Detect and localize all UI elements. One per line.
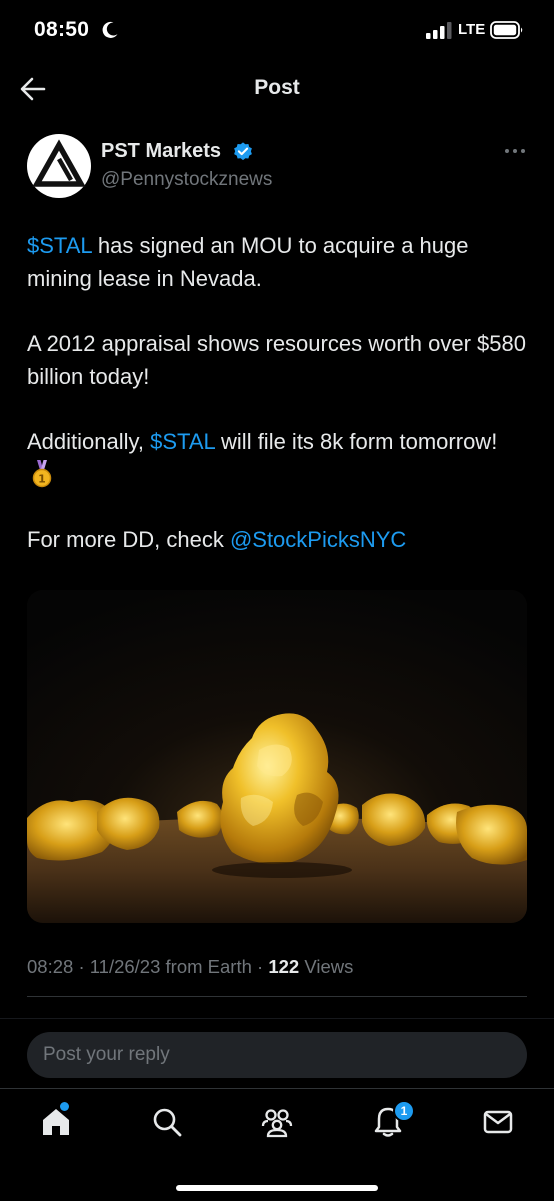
post-meta: 08:28 · 11/26/23 from Earth · 122 Views [27,956,353,978]
meta-separator: · [257,956,269,977]
home-indicator [176,1185,378,1191]
post-time: 08:28 [27,956,74,977]
status-time: 08:50 [34,18,90,41]
reply-input[interactable] [27,1032,527,1078]
divider [27,996,527,997]
verified-badge-icon [234,142,252,161]
paragraph-text: For more DD, check [27,527,230,552]
cashtag-link[interactable]: $STAL [150,429,215,454]
post-paragraph: For more DD, check @StockPicksNYC [27,524,527,557]
more-options-icon[interactable] [504,146,526,156]
home-icon[interactable] [39,1105,73,1139]
post-paragraph: Additionally, $STAL will file its 8k for… [27,426,527,491]
medal-icon: 1 [32,459,52,487]
gold-nuggets-image [27,590,527,923]
nav-header: Post [0,62,554,118]
paragraph-text: A 2012 appraisal shows resources worth o… [27,331,526,389]
status-bar: 08:50 LTE [0,0,554,62]
post-date: 11/26/23 [89,956,161,977]
signal-icon [426,22,452,39]
views-count: 122 [268,956,300,977]
post-paragraph: A 2012 appraisal shows resources worth o… [27,328,527,393]
author-display-name[interactable]: PST Markets [101,140,221,163]
post-paragraph: $STAL has signed an MOU to acquire a hug… [27,230,527,295]
post-body: $STAL has signed an MOU to acquire a hug… [27,230,527,590]
home-unread-dot [60,1102,69,1111]
moon-icon [102,21,118,38]
reply-bar [0,1018,554,1089]
notification-badge: 1 [393,1100,415,1122]
messages-icon[interactable] [481,1105,515,1139]
paragraph-text: Additionally, [27,429,151,454]
battery-icon [490,21,523,39]
views-label: Views [304,956,354,977]
search-icon[interactable] [150,1105,184,1139]
mention-link[interactable]: @StockPicksNYC [230,527,406,552]
post-media-image[interactable] [27,590,527,923]
triangle-logo-icon [32,139,86,187]
communities-icon[interactable] [260,1105,294,1139]
svg-text:1: 1 [38,472,46,485]
post-source: from Earth [165,956,252,977]
bottom-tab-bar: 1 [0,1088,554,1201]
meta-separator: · [78,956,90,977]
post: PST Markets @Pennystockznews $STAL has s… [0,118,554,1018]
cashtag-link[interactable]: $STAL [27,233,92,258]
avatar[interactable] [27,134,91,198]
paragraph-text: has signed an MOU to acquire a huge mini… [27,233,469,291]
network-type: LTE [458,21,486,38]
page-title: Post [254,76,300,99]
author-handle[interactable]: @Pennystockznews [101,169,272,191]
paragraph-text: will file its 8k form tomorrow! [214,429,498,454]
